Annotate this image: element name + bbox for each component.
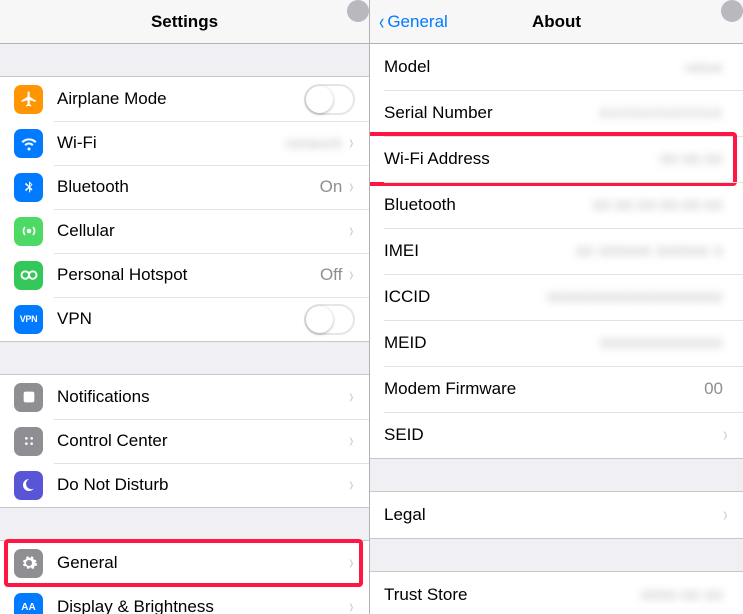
settings-group-notifications: Notifications › Control Center › Do Not … [0,374,369,508]
display-icon: AA [14,593,43,614]
trust-value: 0000-00-00 [641,587,723,603]
row-serial-number: Serial Number XXXXXXXXXXXX [370,90,743,136]
wifi-label: Wi-Fi [57,133,286,153]
row-trust-store[interactable]: Trust Store 0000-00-00 [370,572,743,614]
row-meid: MEID 00000000000000 [370,320,743,366]
bluetooth-label: Bluetooth [57,177,320,197]
bt-label: Bluetooth [384,195,593,215]
about-pane: ‹ General About Model value Serial Numbe… [370,0,743,614]
settings-title: Settings [151,12,218,32]
control-center-icon [14,427,43,456]
chevron-icon: › [350,221,354,241]
chevron-icon: › [350,553,354,573]
general-label: General [57,553,348,573]
row-notifications[interactable]: Notifications › [0,375,369,419]
hotspot-label: Personal Hotspot [57,265,320,285]
settings-group-connectivity: Airplane Mode Wi-Fi network › Bluetooth … [0,76,369,342]
row-seid[interactable]: SEID › [370,412,743,458]
about-group-trust: Trust Store 0000-00-00 [370,571,743,614]
airplane-label: Airplane Mode [57,89,304,109]
row-modem-firmware: Modem Firmware 00 [370,366,743,412]
chevron-icon: › [724,425,728,445]
model-value: value [685,59,723,75]
meid-label: MEID [384,333,600,353]
gear-icon [14,549,43,578]
settings-pane: Settings Airplane Mode Wi-Fi network › B… [0,0,370,614]
row-wifi-address: Wi-Fi Address 00:00:00 [370,136,743,182]
chevron-icon: › [350,475,354,495]
airplane-icon [14,85,43,114]
chevron-icon: › [350,265,354,285]
row-imei: IMEI 00 000000 000000 0 [370,228,743,274]
hotspot-icon [14,261,43,290]
row-do-not-disturb[interactable]: Do Not Disturb › [0,463,369,507]
notifications-label: Notifications [57,387,348,407]
row-iccid: ICCID 00000000000000000000 [370,274,743,320]
serial-label: Serial Number [384,103,599,123]
modem-label: Modem Firmware [384,379,704,399]
cellular-label: Cellular [57,221,348,241]
vpn-label: VPN [57,309,304,329]
about-title: About [532,12,581,32]
decorative-circle [347,0,369,22]
imei-value: 00 000000 000000 0 [577,243,723,259]
row-control-center[interactable]: Control Center › [0,419,369,463]
meid-value: 00000000000000 [600,335,723,351]
decorative-circle [721,0,743,22]
back-button[interactable]: ‹ General [378,11,448,33]
row-wifi[interactable]: Wi-Fi network › [0,121,369,165]
bt-value: 00:00:00:00:00:00 [593,197,723,213]
control-center-label: Control Center [57,431,348,451]
row-bluetooth-addr: Bluetooth 00:00:00:00:00:00 [370,182,743,228]
chevron-icon: › [350,177,354,197]
dnd-icon [14,471,43,500]
row-airplane-mode[interactable]: Airplane Mode [0,77,369,121]
chevron-icon: › [350,387,354,407]
row-general[interactable]: General › [0,541,369,585]
imei-label: IMEI [384,241,577,261]
chevron-left-icon: ‹ [379,11,384,33]
dnd-label: Do Not Disturb [57,475,348,495]
cellular-icon [14,217,43,246]
wifi-value: network [286,135,342,151]
bluetooth-icon [14,173,43,202]
seid-label: SEID [384,425,722,445]
display-label: Display & Brightness [57,597,348,614]
iccid-label: ICCID [384,287,547,307]
row-personal-hotspot[interactable]: Personal Hotspot Off › [0,253,369,297]
about-group-legal: Legal › [370,491,743,539]
modem-value: 00 [704,379,723,399]
settings-group-general: General › AA Display & Brightness › [0,540,369,614]
iccid-value: 00000000000000000000 [547,289,723,305]
back-label: General [387,12,447,32]
model-label: Model [384,57,685,77]
wifiaddr-value: 00:00:00 [661,151,724,167]
serial-value: XXXXXXXXXXXX [599,105,723,121]
row-legal[interactable]: Legal › [370,492,743,538]
hotspot-value: Off [320,265,342,285]
settings-header: Settings [0,0,369,44]
chevron-icon: › [350,133,354,153]
wifiaddr-label: Wi-Fi Address [384,149,661,169]
chevron-icon: › [724,505,728,525]
row-bluetooth[interactable]: Bluetooth On › [0,165,369,209]
row-model: Model value [370,44,743,90]
about-group-device: Model value Serial Number XXXXXXXXXXXX W… [370,44,743,459]
vpn-icon: VPN [14,305,43,334]
row-vpn[interactable]: VPN VPN [0,297,369,341]
chevron-icon: › [350,431,354,451]
vpn-toggle[interactable] [304,304,355,335]
legal-label: Legal [384,505,722,525]
airplane-toggle[interactable] [304,84,355,115]
wifi-icon [14,129,43,158]
row-cellular[interactable]: Cellular › [0,209,369,253]
bluetooth-value: On [320,177,343,197]
about-header: ‹ General About [370,0,743,44]
row-display-brightness[interactable]: AA Display & Brightness › [0,585,369,614]
notifications-icon [14,383,43,412]
trust-label: Trust Store [384,585,641,605]
chevron-icon: › [350,597,354,614]
